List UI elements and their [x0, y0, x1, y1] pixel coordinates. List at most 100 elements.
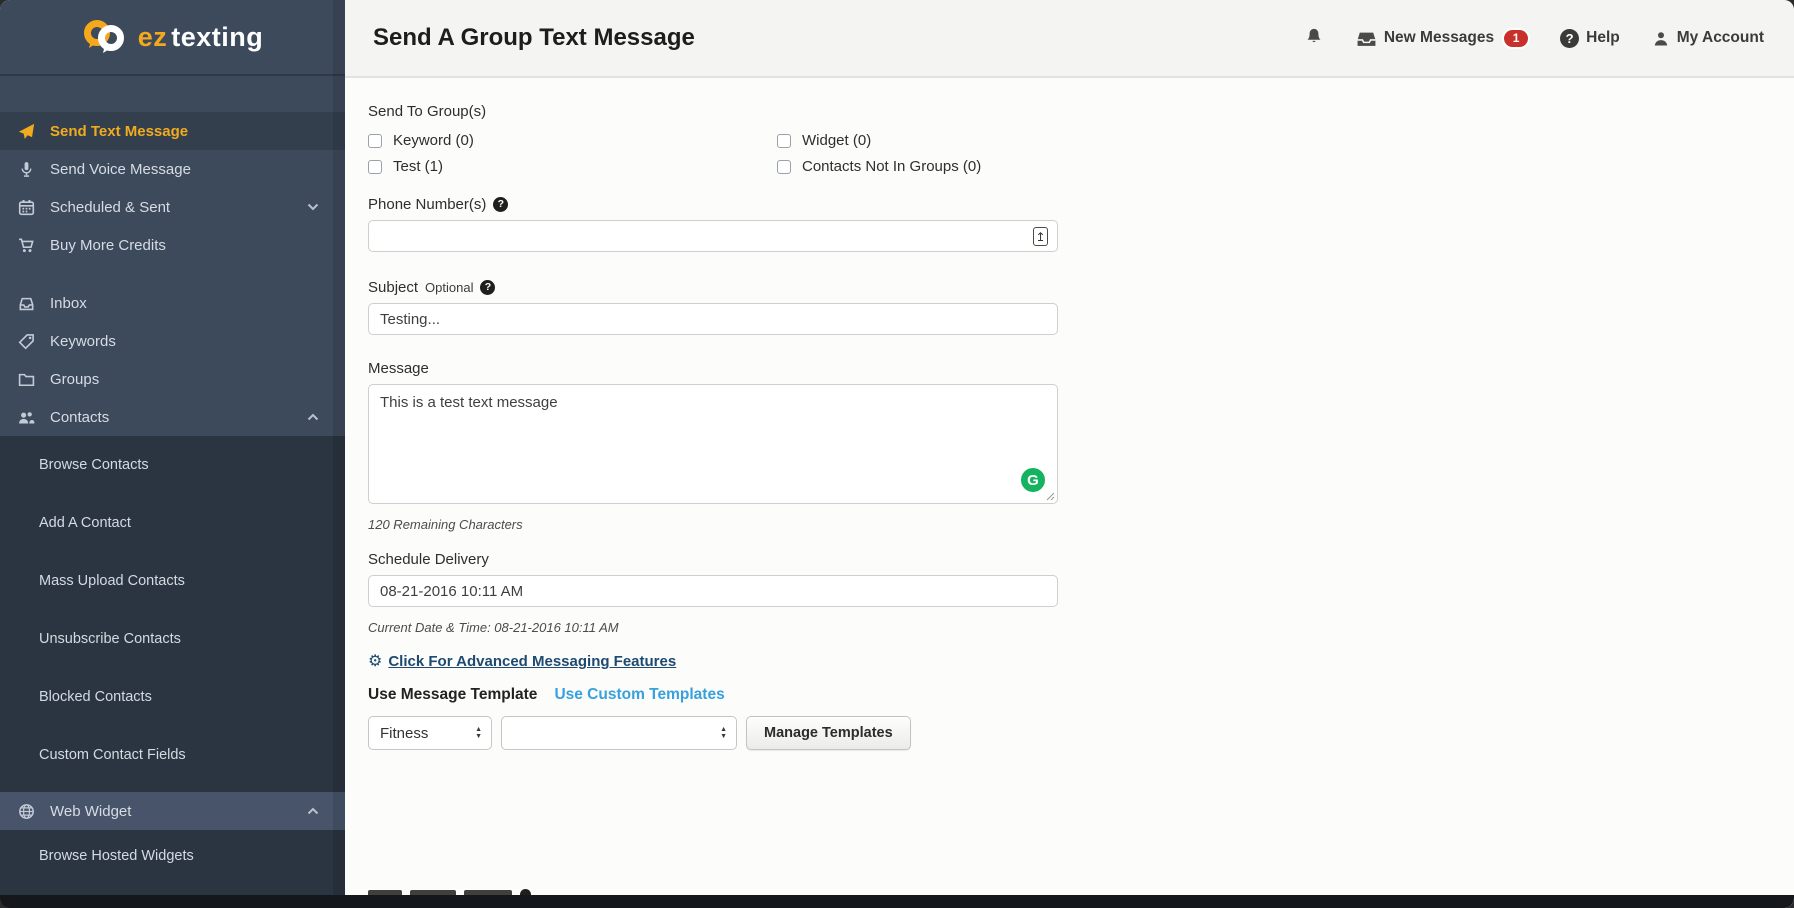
select-arrows-icon: ▲▼: [710, 727, 727, 740]
users-icon: [18, 409, 35, 426]
schedule-input-wrap: [368, 575, 1058, 607]
sidebar-item-add-a-contact[interactable]: Add A Contact: [0, 494, 345, 552]
subject-label: Subject Optional ?: [368, 278, 495, 296]
chevron-down-icon: [307, 203, 319, 211]
phone-numbers-label: Phone Number(s) ?: [368, 195, 508, 213]
template-row: Use Message Template Use Custom Template…: [368, 686, 1794, 704]
template-category-value: Fitness: [380, 725, 428, 742]
checkbox-contacts-not-in-groups[interactable]: Contacts Not In Groups (0): [777, 158, 981, 175]
remaining-characters-text: 120 Remaining Characters: [368, 517, 1794, 532]
advanced-features-row: ⚙ Click For Advanced Messaging Features: [368, 653, 1794, 670]
sidebar-item-label: Contacts: [50, 409, 307, 426]
subject-help-icon[interactable]: ?: [480, 280, 495, 295]
folder-icon: [18, 371, 35, 388]
import-numbers-icon[interactable]: ↥: [1033, 227, 1048, 246]
my-account-button[interactable]: My Account: [1652, 29, 1764, 47]
template-category-select[interactable]: Fitness ▲▼: [368, 716, 492, 750]
sidebar-item-unsubscribe-contacts[interactable]: Unsubscribe Contacts: [0, 610, 345, 668]
checkbox-box[interactable]: [777, 160, 791, 174]
subject-input-wrap: [368, 303, 1058, 335]
chevron-up-icon: [307, 413, 319, 421]
sidebar-item-groups[interactable]: Groups: [0, 360, 345, 398]
notifications-bell-icon[interactable]: [1304, 27, 1324, 50]
grammarly-icon[interactable]: G: [1021, 468, 1045, 492]
help-icon: ?: [1560, 29, 1579, 48]
send-to-groups-label: Send To Group(s): [368, 102, 486, 120]
my-account-label: My Account: [1677, 29, 1764, 47]
brand-logo[interactable]: eztexting: [0, 0, 345, 76]
tag-icon: [18, 333, 35, 350]
brand-name: eztexting: [138, 22, 264, 53]
manage-templates-button[interactable]: Manage Templates: [746, 716, 911, 750]
select-arrows-icon: ▲▼: [465, 727, 482, 740]
checkbox-widget[interactable]: Widget (0): [777, 132, 871, 149]
advanced-features-link[interactable]: Click For Advanced Messaging Features: [388, 653, 676, 670]
sidebar-item-label: Inbox: [50, 295, 319, 312]
calendar-icon: [18, 199, 35, 216]
new-messages-button[interactable]: New Messages 1: [1356, 29, 1528, 47]
sidebar: eztexting Send Text Message Send Voice M…: [0, 0, 345, 908]
schedule-delivery-label: Schedule Delivery: [368, 550, 489, 568]
use-custom-templates-link[interactable]: Use Custom Templates: [554, 686, 724, 704]
checkbox-label: Keyword (0): [393, 132, 474, 149]
inbox-tray-icon: [18, 295, 35, 312]
ez-texting-logo-icon: [82, 18, 128, 56]
phone-numbers-input[interactable]: [368, 220, 1058, 252]
microphone-icon: [18, 161, 35, 178]
sidebar-item-send-text-message[interactable]: Send Text Message: [0, 112, 345, 150]
paper-plane-icon: [18, 123, 35, 140]
sidebar-item-inbox[interactable]: Inbox: [0, 284, 345, 322]
sidebar-item-custom-contact-fields[interactable]: Custom Contact Fields: [0, 726, 345, 784]
shopping-cart-icon: [18, 237, 35, 254]
checkbox-box[interactable]: [777, 134, 791, 148]
sidebar-item-blocked-contacts[interactable]: Blocked Contacts: [0, 668, 345, 726]
sidebar-item-browse-hosted-widgets[interactable]: Browse Hosted Widgets: [0, 830, 345, 882]
help-label: Help: [1586, 29, 1620, 47]
checkbox-test[interactable]: Test (1): [368, 158, 443, 175]
top-header: Send A Group Text Message New Messages 1…: [345, 0, 1794, 78]
header-actions: New Messages 1 ? Help My Account: [1304, 27, 1764, 50]
sidebar-nav: Send Text Message Send Voice Message Sch…: [0, 76, 345, 436]
checkbox-box[interactable]: [368, 160, 382, 174]
current-datetime-text: Current Date & Time: 08-21-2016 10:11 AM: [368, 620, 1794, 635]
page-title: Send A Group Text Message: [373, 24, 695, 52]
message-label: Message: [368, 359, 429, 377]
checkbox-label: Widget (0): [802, 132, 871, 149]
template-select[interactable]: ▲▼: [501, 716, 737, 750]
nav-divider-gap: [0, 264, 345, 284]
message-textarea-wrap: This is a test text message G: [368, 384, 1058, 504]
subject-optional-label: Optional: [425, 280, 473, 295]
sidebar-item-scheduled-and-sent[interactable]: Scheduled & Sent: [0, 188, 345, 226]
sidebar-item-send-voice-message[interactable]: Send Voice Message: [0, 150, 345, 188]
sidebar-item-browse-contacts[interactable]: Browse Contacts: [0, 436, 345, 494]
message-textarea[interactable]: This is a test text message: [368, 384, 1058, 504]
subject-input[interactable]: [368, 303, 1058, 335]
user-icon: [1652, 30, 1670, 47]
chevron-up-icon: [307, 807, 319, 815]
phone-input-wrap: ↥: [368, 220, 1058, 252]
sidebar-item-label: Send Text Message: [50, 123, 319, 140]
checkbox-label: Contacts Not In Groups (0): [802, 158, 981, 175]
checkbox-box[interactable]: [368, 134, 382, 148]
sidebar-item-mass-upload-contacts[interactable]: Mass Upload Contacts: [0, 552, 345, 610]
checkbox-keyword[interactable]: Keyword (0): [368, 132, 474, 149]
sidebar-item-label: Scheduled & Sent: [50, 199, 307, 216]
phone-help-icon[interactable]: ?: [493, 197, 508, 212]
sidebar-item-web-widget[interactable]: Web Widget: [0, 792, 345, 830]
sidebar-item-buy-more-credits[interactable]: Buy More Credits: [0, 226, 345, 264]
app-window: eztexting Send Text Message Send Voice M…: [0, 0, 1794, 908]
sidebar-item-label: Keywords: [50, 333, 319, 350]
group-checkbox-grid: Keyword (0) Widget (0) Test (1) Contacts…: [368, 132, 981, 175]
clipped-bottom-row: [368, 887, 598, 895]
sidebar-item-label: Groups: [50, 371, 319, 388]
schedule-delivery-input[interactable]: [368, 575, 1058, 607]
contacts-submenu: Browse Contacts Add A Contact Mass Uploa…: [0, 436, 345, 792]
inbox-tray-icon: [1356, 30, 1377, 47]
sidebar-item-contacts[interactable]: Contacts: [0, 398, 345, 436]
sidebar-item-label: Send Voice Message: [50, 161, 319, 178]
sidebar-item-label: Web Widget: [50, 803, 307, 820]
main-content: Send To Group(s) Keyword (0) Widget (0) …: [345, 80, 1794, 908]
help-button[interactable]: ? Help: [1560, 29, 1620, 48]
sidebar-item-keywords[interactable]: Keywords: [0, 322, 345, 360]
resize-handle-icon[interactable]: [1045, 491, 1055, 501]
